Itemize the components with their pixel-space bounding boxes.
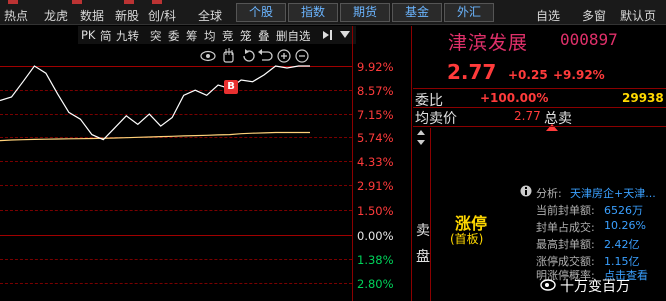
- toolbar-ipo[interactable]: 新股: [115, 7, 139, 24]
- sort-arrows-icon[interactable]: [416, 130, 426, 146]
- chart-toolbar: PK 简 九转 突 委 筹 均 竞 笼 叠 删自选: [78, 26, 356, 44]
- tool-breakout[interactable]: 突: [150, 28, 162, 44]
- tool-remove-watchlist[interactable]: 删自选: [276, 28, 311, 44]
- current-seal-label: 当前封单额:: [536, 204, 595, 217]
- max-seal-value: 2.42亿: [604, 238, 640, 251]
- axis-label: 1.38%: [357, 253, 394, 267]
- toolbar-indicator: [152, 0, 162, 4]
- weibo-icon: [540, 279, 556, 291]
- toolbar-indicator: [8, 0, 18, 4]
- toolbar-global[interactable]: 全球: [198, 7, 222, 24]
- tab-forex[interactable]: 外汇: [444, 3, 494, 22]
- toolbar-multiwindow[interactable]: 多窗: [582, 7, 606, 24]
- buy-signal-badge[interactable]: B: [224, 80, 238, 94]
- top-toolbar: 热点 龙虎 数据 新股 创/科 全球 个股 指数 期货 基金 外汇 自选 多窗 …: [0, 0, 666, 25]
- watermark-text: 十万变百万: [560, 279, 630, 295]
- seal-ratio-label: 封单占成交:: [536, 221, 595, 234]
- divider: [413, 126, 666, 127]
- avg-sell-value: 2.77: [514, 109, 541, 123]
- axis-label: 7.15%: [357, 108, 394, 122]
- collapse-right-icon[interactable]: [322, 29, 334, 41]
- info-icon[interactable]: [520, 185, 532, 197]
- intraday-chart[interactable]: [0, 44, 352, 301]
- toolbar-default-page[interactable]: 默认页: [620, 7, 656, 24]
- price-line: [0, 65, 310, 141]
- tool-auction[interactable]: 竞: [222, 28, 234, 44]
- divider: [411, 26, 412, 301]
- axis-label: 8.57%: [357, 84, 394, 98]
- stock-change-pct: +9.92%: [553, 68, 605, 82]
- axis-label: 2.80%: [357, 277, 394, 291]
- seal-ratio-value: 10.26%: [604, 219, 646, 232]
- stock-change: +0.25: [508, 68, 548, 82]
- tool-average[interactable]: 均: [204, 28, 216, 44]
- divider: [413, 88, 666, 89]
- axis-label: 1.50%: [357, 204, 394, 218]
- avg-sell-label: 均卖价: [415, 111, 457, 127]
- toolbar-indicator: [72, 0, 82, 4]
- stock-price: 2.77: [447, 60, 497, 84]
- tool-commission[interactable]: 委: [168, 28, 180, 44]
- weibi-volume: 29938: [622, 91, 664, 105]
- axis-label: 4.33%: [357, 155, 394, 169]
- toolbar-hot[interactable]: 热点: [4, 7, 28, 24]
- tool-simple[interactable]: 简: [100, 28, 112, 44]
- tool-overlay[interactable]: 叠: [258, 28, 270, 44]
- tab-index[interactable]: 指数: [288, 3, 338, 22]
- current-seal-value: 6526万: [604, 204, 643, 217]
- tool-cage[interactable]: 笼: [240, 28, 252, 44]
- tab-stock[interactable]: 个股: [236, 3, 286, 22]
- dropdown-icon[interactable]: [340, 31, 350, 39]
- toolbar-longhu[interactable]: 龙虎: [44, 7, 68, 24]
- toolbar-watchlist[interactable]: 自选: [536, 7, 560, 24]
- divider: [352, 26, 353, 301]
- tool-jiuzhuan[interactable]: 九转: [116, 28, 139, 44]
- tool-chips[interactable]: 筹: [186, 28, 198, 44]
- axis-label: 0.00%: [357, 229, 394, 243]
- toolbar-star[interactable]: 创/科: [148, 7, 176, 24]
- toolbar-indicator: [124, 0, 134, 4]
- tab-funds[interactable]: 基金: [392, 3, 442, 22]
- axis-label: 9.92%: [357, 60, 394, 74]
- stock-code: 000897: [560, 30, 618, 49]
- max-seal-label: 最高封单额:: [536, 238, 595, 251]
- tab-futures[interactable]: 期货: [340, 3, 390, 22]
- sell-side-label: 卖盘: [416, 223, 430, 265]
- axis-label: 5.74%: [357, 131, 394, 145]
- limit-up-sub: (首板): [450, 232, 484, 246]
- toolbar-data[interactable]: 数据: [80, 7, 104, 24]
- axis-label: 2.91%: [357, 179, 394, 193]
- analysis-value[interactable]: 天津房企+天津...: [570, 185, 656, 201]
- analysis-label: 分析:: [536, 187, 562, 200]
- stock-name: 津滨发展: [448, 32, 529, 54]
- tool-pk[interactable]: PK: [81, 28, 95, 42]
- weibi-value: +100.00%: [480, 91, 549, 105]
- average-price-line: [0, 131, 310, 142]
- divider: [430, 128, 431, 301]
